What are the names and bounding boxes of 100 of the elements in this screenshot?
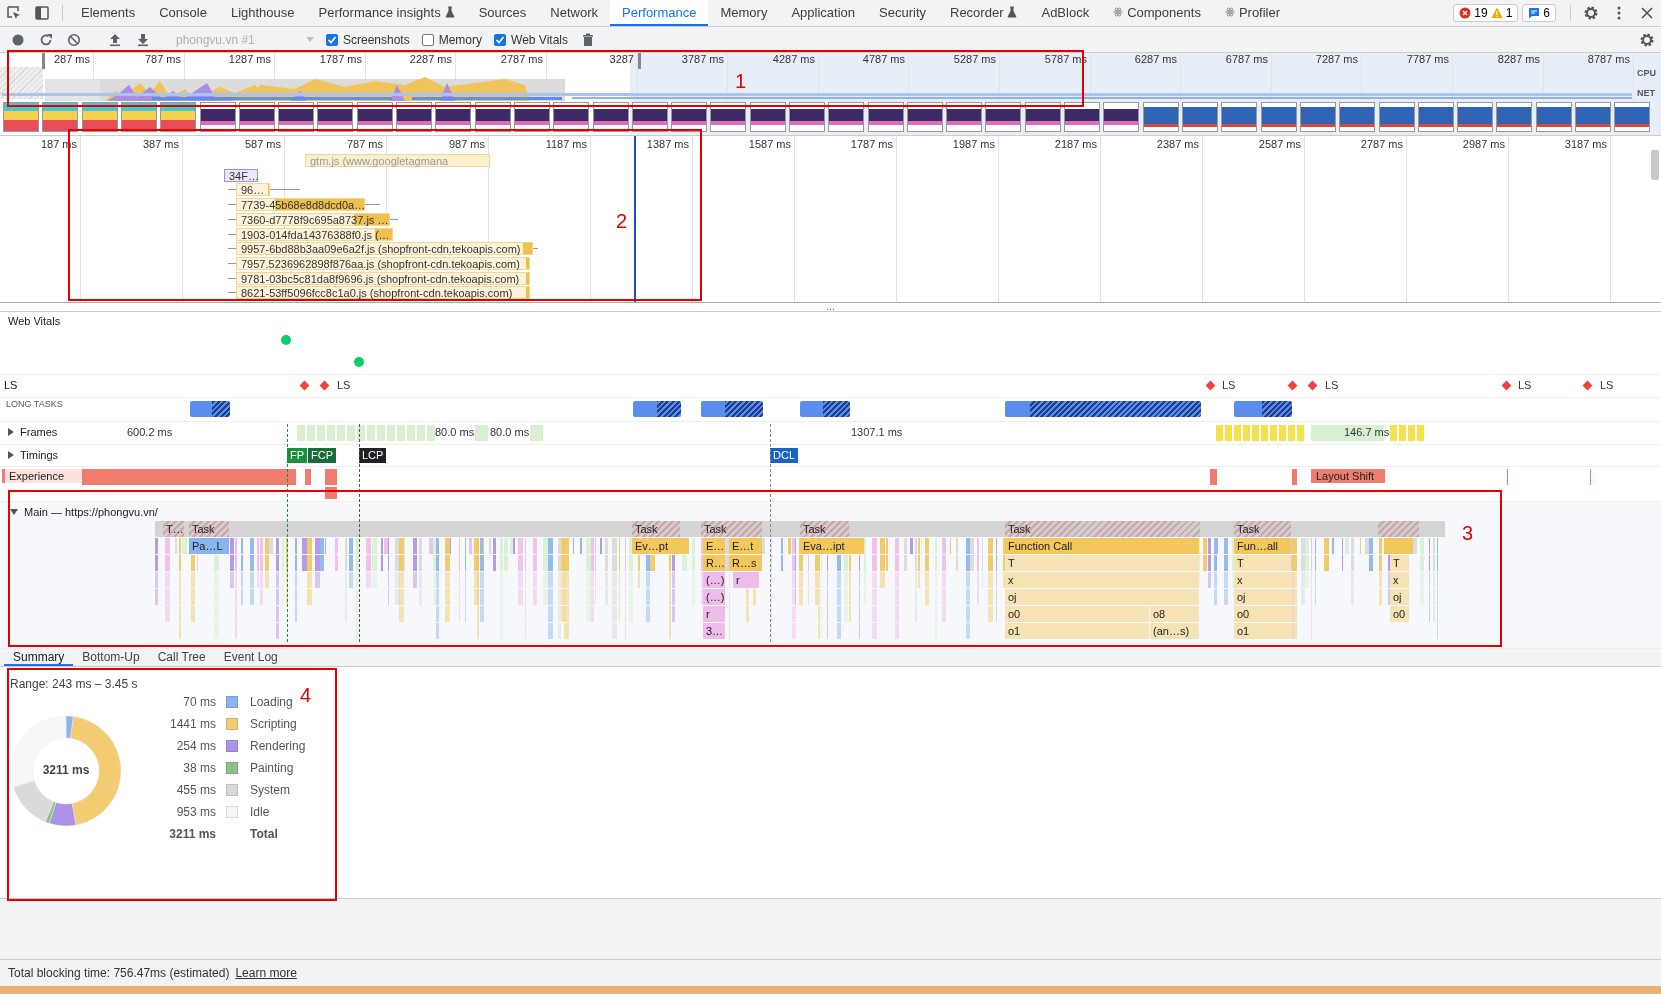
- panel-tab[interactable]: Performance: [610, 0, 709, 26]
- panel-tab[interactable]: Profiler: [1212, 0, 1293, 26]
- flame-chart-entry[interactable]: Task: [1234, 521, 1291, 537]
- panel-tab[interactable]: Recorder: [938, 0, 1030, 26]
- flame-chart-entry[interactable]: (…): [703, 589, 725, 605]
- issues-counter[interactable]: 19 1: [1453, 4, 1519, 22]
- flame-chart-entry[interactable]: E…: [703, 538, 725, 554]
- flame-chart-entry[interactable]: r: [733, 572, 759, 588]
- flame-chart-entry[interactable]: E…t: [729, 538, 762, 554]
- network-request-bar[interactable]: 9957-6bd88b3aa09e6a2f.js (shopfront-cdn.tekoapis.com): [236, 242, 533, 256]
- details-tab[interactable]: Bottom-Up: [73, 649, 149, 666]
- messages-counter[interactable]: 6: [1522, 4, 1556, 22]
- frame-duration: 146.7 ms: [1344, 426, 1390, 438]
- panel-tab[interactable]: Memory: [708, 0, 780, 26]
- category-time: 38 ms: [182, 761, 216, 775]
- flame-chart-entry[interactable]: Ev…pt: [632, 538, 689, 554]
- net-label: NET: [1637, 88, 1655, 98]
- checkbox[interactable]: Screenshots: [326, 32, 410, 47]
- network-request-bar[interactable]: 1903-014fda14376388f0.js (…: [236, 227, 393, 241]
- resize-handle[interactable]: ...: [826, 303, 835, 311]
- flame-chart-entry[interactable]: x: [1390, 572, 1409, 588]
- flame-chart-entry[interactable]: T…: [163, 521, 184, 537]
- error-count: 19: [1474, 6, 1488, 20]
- scrollbar[interactable]: [1651, 150, 1659, 180]
- details-tab[interactable]: Call Tree: [148, 649, 215, 666]
- flame-chart-entry[interactable]: Pa…L: [189, 538, 229, 554]
- timing-marker: FCP: [308, 448, 336, 463]
- total-label: Total: [250, 827, 279, 841]
- time-tick: 7787 ms: [1406, 53, 1450, 65]
- flame-chart-entry[interactable]: T: [1005, 555, 1199, 571]
- learn-more-link[interactable]: Learn more: [235, 966, 297, 980]
- time-tick: 2287 ms: [409, 53, 453, 65]
- flame-chart-entry[interactable]: 3…: [703, 623, 725, 639]
- flame-chart-entry[interactable]: Function Call: [1005, 538, 1199, 554]
- panel-tab[interactable]: Network: [538, 0, 611, 26]
- flame-chart-entry[interactable]: oj: [1005, 589, 1199, 605]
- flame-chart-entry[interactable]: Task: [189, 521, 229, 537]
- flame-chart-entry[interactable]: r: [703, 606, 725, 622]
- checkbox[interactable]: Memory: [421, 32, 483, 47]
- checkbox[interactable]: Web Vitals: [494, 32, 568, 47]
- screenshot-thumbnail: [1418, 102, 1454, 132]
- frame-duration: 80.0 ms: [490, 426, 530, 438]
- flame-chart-entry[interactable]: Eva…ipt: [800, 538, 864, 554]
- panel-tab[interactable]: Security: [867, 0, 938, 26]
- flame-chart-entry[interactable]: o1: [1005, 623, 1149, 639]
- flame-chart-entry[interactable]: Task: [632, 521, 680, 537]
- flame-chart-entry[interactable]: oj: [1390, 589, 1409, 605]
- track-toggle[interactable]: Main — https://phongvu.vn/: [10, 506, 158, 518]
- category-time: 953 ms: [175, 805, 216, 819]
- range-handle[interactable]: [638, 53, 641, 69]
- layout-shift-bar: [305, 469, 311, 485]
- details-tab[interactable]: Summary: [4, 649, 74, 666]
- flame-chart-entry[interactable]: x: [1005, 572, 1199, 588]
- track-label: LS: [4, 379, 18, 391]
- flame-chart-entry[interactable]: Fun…all: [1234, 538, 1291, 554]
- track-toggle[interactable]: Timings: [8, 449, 59, 461]
- range-handle[interactable]: [42, 53, 45, 69]
- network-request-bar[interactable]: 9781-03bc5c81da8f9696.js (shopfront-cdn.tekoapis.com): [236, 271, 530, 285]
- flame-chart-entry[interactable]: T: [1390, 555, 1409, 571]
- flame-chart-entry[interactable]: (…): [703, 572, 725, 588]
- panel-tab[interactable]: Performance insights: [306, 0, 467, 26]
- flame-chart-entry[interactable]: Task: [800, 521, 849, 537]
- time-tick: 1987 ms: [952, 138, 996, 150]
- panel-tab[interactable]: Lighthouse: [218, 0, 307, 26]
- screenshot-thumbnail: [1221, 102, 1257, 132]
- category-name: Painting: [250, 761, 295, 775]
- check-icon: [327, 34, 337, 45]
- network-request-bar[interactable]: 8621-53ff5096fcc8c1a0.js (shopfront-cdn.tekoapis.com): [236, 286, 530, 300]
- flame-chart-entry[interactable]: Task: [1005, 521, 1200, 537]
- screenshot-thumbnail: [1575, 102, 1611, 132]
- panel-tab[interactable]: Components: [1101, 0, 1213, 26]
- flame-chart-entry[interactable]: R…s: [729, 555, 762, 571]
- time-tick: 6287 ms: [1134, 53, 1178, 65]
- panel-tab[interactable]: AdBlock: [1029, 0, 1102, 26]
- donut-total: 3211 ms: [41, 763, 91, 777]
- panel-tab[interactable]: Elements: [69, 0, 148, 26]
- panel-tab[interactable]: Application: [779, 0, 868, 26]
- flame-chart-entry[interactable]: o8: [1150, 606, 1199, 622]
- details-tab[interactable]: Event Log: [214, 649, 287, 666]
- screenshot-thumbnail: [1182, 102, 1218, 132]
- flame-chart-entry[interactable]: (an…s): [1150, 623, 1199, 639]
- flask-icon: [1007, 6, 1018, 18]
- flame-chart-entry[interactable]: Task: [701, 521, 762, 537]
- network-request-bar[interactable]: 34F…: [224, 168, 258, 182]
- panel-tab[interactable]: Console: [147, 0, 219, 26]
- flame-chart-entry[interactable]: o0: [1390, 606, 1409, 622]
- flame-chart-entry[interactable]: R…: [703, 555, 725, 571]
- panel-tab[interactable]: Sources: [466, 0, 539, 26]
- flame-chart-entry[interactable]: o0: [1005, 606, 1149, 622]
- flame-chart-entry[interactable]: o1: [1234, 623, 1291, 639]
- time-tick: 4287 ms: [772, 53, 816, 65]
- time-tick: 2187 ms: [1054, 138, 1098, 150]
- flame-chart-entry[interactable]: T: [1234, 555, 1291, 571]
- track-toggle[interactable]: Frames: [8, 426, 58, 438]
- network-request-bar[interactable]: 7957.5236962898f876aa.js (shopfront-cdn.tekoapis.com): [236, 256, 530, 270]
- layout-shift-bar: [1210, 469, 1217, 485]
- flame-chart-entry[interactable]: x: [1234, 572, 1291, 588]
- flame-chart-entry[interactable]: o0: [1234, 606, 1291, 622]
- network-request-bar[interactable]: 96…: [236, 183, 270, 197]
- flame-chart-entry[interactable]: oj: [1234, 589, 1291, 605]
